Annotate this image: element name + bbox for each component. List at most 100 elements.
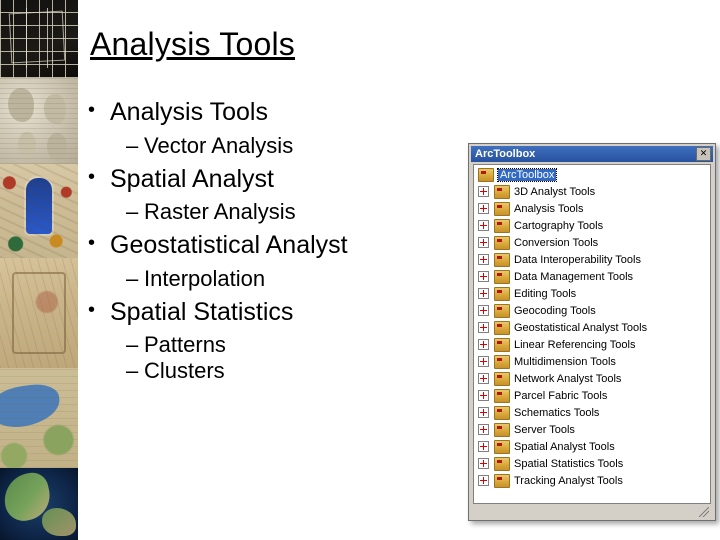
expand-icon[interactable] bbox=[478, 424, 489, 435]
expand-icon[interactable] bbox=[478, 271, 489, 282]
page-title: Analysis Tools bbox=[90, 26, 295, 62]
toolbox-icon bbox=[494, 303, 510, 318]
tree-item-tracking-analyst-tools[interactable]: Tracking Analyst Tools bbox=[474, 472, 710, 489]
close-icon[interactable]: ✕ bbox=[696, 147, 711, 161]
toolbox-icon bbox=[494, 456, 510, 471]
tree-item-label: Data Management Tools bbox=[514, 270, 634, 283]
dash-glyph: – bbox=[126, 265, 139, 291]
toolbox-icon bbox=[478, 168, 494, 182]
toolbox-icon bbox=[494, 354, 510, 369]
expand-icon[interactable] bbox=[478, 203, 489, 214]
tree-item-schematics-tools[interactable]: Schematics Tools bbox=[474, 404, 710, 421]
list-item: – Clusters bbox=[126, 358, 468, 383]
expand-icon[interactable] bbox=[478, 390, 489, 401]
tree-item-label: Data Interoperability Tools bbox=[514, 253, 641, 266]
tree-item-server-tools[interactable]: Server Tools bbox=[474, 421, 710, 438]
list-item-label: Spatial Statistics bbox=[110, 297, 294, 326]
tree-item-label: Cartography Tools bbox=[514, 219, 604, 232]
list-item-label: Clusters bbox=[144, 358, 225, 384]
tree-root-label: ArcToolbox bbox=[496, 168, 558, 182]
list-item: – Vector Analysis bbox=[126, 133, 468, 158]
tree-item-label: Multidimension Tools bbox=[514, 355, 616, 368]
toolbox-icon bbox=[494, 337, 510, 352]
tree-item-geostatistical-analyst-tools[interactable]: Geostatistical Analyst Tools bbox=[474, 319, 710, 336]
expand-icon[interactable] bbox=[478, 220, 489, 231]
tree-item-label: Tracking Analyst Tools bbox=[514, 474, 623, 487]
clay-tablet-thumbnail bbox=[0, 78, 78, 164]
toolbox-icon bbox=[494, 422, 510, 437]
tree-item-spatial-analyst-tools[interactable]: Spatial Analyst Tools bbox=[474, 438, 710, 455]
window-title: ArcToolbox bbox=[475, 148, 536, 160]
tree-item-label: Server Tools bbox=[514, 423, 575, 436]
toolbox-icon bbox=[494, 473, 510, 488]
bullet-glyph: • bbox=[88, 232, 96, 255]
dash-glyph: – bbox=[126, 132, 139, 158]
list-item-label: Interpolation bbox=[144, 265, 266, 291]
expand-icon[interactable] bbox=[478, 441, 489, 452]
toolbox-icon bbox=[494, 371, 510, 386]
toolbox-icon bbox=[494, 201, 510, 216]
expand-icon[interactable] bbox=[478, 339, 489, 350]
list-item-label: Raster Analysis bbox=[144, 199, 296, 225]
tree-item-3d-analyst-tools[interactable]: 3D Analyst Tools bbox=[474, 183, 710, 200]
arctoolbox-window: ArcToolbox ✕ ArcToolbox 3D Analyst Tools… bbox=[468, 143, 716, 521]
tree-item-label: 3D Analyst Tools bbox=[514, 185, 596, 198]
tree-item-label: Schematics Tools bbox=[514, 406, 600, 419]
dash-glyph: – bbox=[126, 332, 139, 358]
tree-item-editing-tools[interactable]: Editing Tools bbox=[474, 285, 710, 302]
slide-body: • Analysis Tools – Vector Analysis • Spa… bbox=[88, 98, 468, 390]
resize-grip-icon[interactable] bbox=[699, 507, 709, 517]
tree-item-label: Conversion Tools bbox=[514, 236, 599, 249]
tree-item-label: Analysis Tools bbox=[514, 202, 584, 215]
tree-item-spatial-statistics-tools[interactable]: Spatial Statistics Tools bbox=[474, 455, 710, 472]
tree-item-label: Linear Referencing Tools bbox=[514, 338, 636, 351]
expand-icon[interactable] bbox=[478, 288, 489, 299]
toolbox-icon bbox=[494, 439, 510, 454]
toolbox-icon bbox=[494, 388, 510, 403]
toolbox-icon bbox=[494, 320, 510, 335]
toolbox-icon bbox=[494, 269, 510, 284]
dash-glyph: – bbox=[126, 199, 139, 225]
expand-icon[interactable] bbox=[478, 322, 489, 333]
toolbox-icon bbox=[494, 286, 510, 301]
tree-item-label: Geostatistical Analyst Tools bbox=[514, 321, 648, 334]
tree-item-label: Geocoding Tools bbox=[514, 304, 596, 317]
bullet-glyph: • bbox=[88, 165, 96, 188]
tree-item-geocoding-tools[interactable]: Geocoding Tools bbox=[474, 302, 710, 319]
tree-item-data-management-tools[interactable]: Data Management Tools bbox=[474, 268, 710, 285]
tree-item-parcel-fabric-tools[interactable]: Parcel Fabric Tools bbox=[474, 387, 710, 404]
bullet-glyph: • bbox=[88, 298, 96, 321]
historic-figure-map-thumbnail bbox=[0, 164, 78, 258]
expand-icon[interactable] bbox=[478, 407, 489, 418]
expand-icon[interactable] bbox=[478, 356, 489, 367]
tree-item-analysis-tools[interactable]: Analysis Tools bbox=[474, 200, 710, 217]
window-statusbar bbox=[473, 506, 711, 518]
toolbox-icon bbox=[494, 405, 510, 420]
expand-icon[interactable] bbox=[478, 458, 489, 469]
expand-icon[interactable] bbox=[478, 237, 489, 248]
expand-icon[interactable] bbox=[478, 373, 489, 384]
tree-item-data-interoperability-tools[interactable]: Data Interoperability Tools bbox=[474, 251, 710, 268]
tree-item-cartography-tools[interactable]: Cartography Tools bbox=[474, 217, 710, 234]
toolbox-tree[interactable]: ArcToolbox 3D Analyst Tools Analysis Too… bbox=[473, 164, 711, 504]
toolbox-icon bbox=[494, 218, 510, 233]
list-item: – Raster Analysis bbox=[126, 199, 468, 224]
tree-item-multidimension-tools[interactable]: Multidimension Tools bbox=[474, 353, 710, 370]
tree-item-label: Network Analyst Tools bbox=[514, 372, 622, 385]
expand-icon[interactable] bbox=[478, 254, 489, 265]
list-item: • Geostatistical Analyst bbox=[88, 231, 468, 260]
tree-root-arctoolbox[interactable]: ArcToolbox bbox=[474, 167, 710, 183]
expand-icon[interactable] bbox=[478, 475, 489, 486]
window-titlebar[interactable]: ArcToolbox ✕ bbox=[471, 146, 713, 162]
tree-item-network-analyst-tools[interactable]: Network Analyst Tools bbox=[474, 370, 710, 387]
expand-icon[interactable] bbox=[478, 186, 489, 197]
tree-item-label: Spatial Analyst Tools bbox=[514, 440, 615, 453]
expand-icon[interactable] bbox=[478, 305, 489, 316]
mediterranean-map-thumbnail bbox=[0, 368, 78, 468]
tree-item-label: Editing Tools bbox=[514, 287, 577, 300]
tree-item-linear-referencing-tools[interactable]: Linear Referencing Tools bbox=[474, 336, 710, 353]
dash-glyph: – bbox=[126, 358, 139, 384]
list-item: • Spatial Statistics bbox=[88, 298, 468, 327]
tree-item-conversion-tools[interactable]: Conversion Tools bbox=[474, 234, 710, 251]
bullet-glyph: • bbox=[88, 99, 96, 121]
